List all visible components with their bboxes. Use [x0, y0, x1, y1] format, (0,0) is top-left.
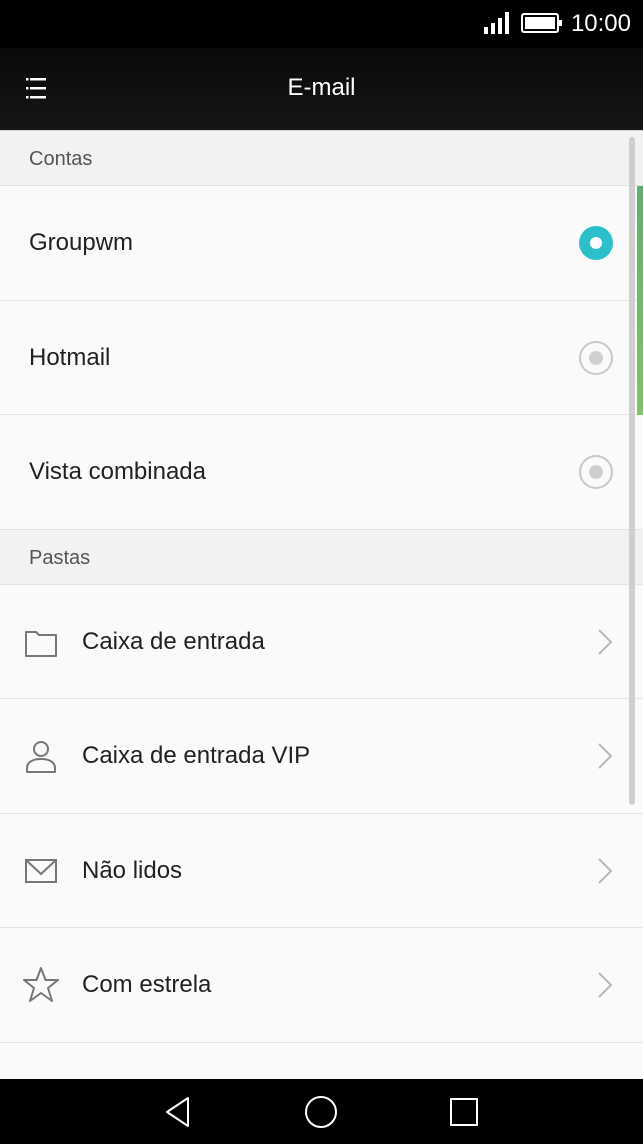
battery-icon [521, 13, 562, 33]
account-label: Vista combinada [29, 458, 206, 485]
radio-unselected-icon[interactable] [579, 455, 613, 489]
envelope-icon [25, 858, 57, 883]
folder-item-inbox[interactable]: Caixa de entrada [0, 585, 643, 699]
status-bar: 10:00 [0, 0, 643, 48]
account-item-groupwm[interactable]: Groupwm [0, 186, 643, 301]
account-item-combined-view[interactable]: Vista combinada [0, 415, 643, 530]
account-label: Groupwm [29, 229, 134, 256]
accounts-header: Contas [0, 131, 643, 186]
chevron-right-icon [598, 628, 613, 655]
chevron-right-icon [598, 972, 613, 998]
scroll-accent-indicator [637, 186, 643, 415]
radio-selected-icon[interactable] [579, 226, 613, 260]
signal-icon [484, 12, 509, 34]
star-icon [23, 967, 59, 1002]
list-item-partial[interactable] [0, 1043, 643, 1080]
back-icon[interactable] [160, 1094, 196, 1130]
account-item-hotmail[interactable]: Hotmail [0, 301, 643, 415]
scrollbar[interactable] [629, 137, 635, 805]
chevron-right-icon [598, 857, 613, 884]
recents-icon[interactable] [446, 1094, 482, 1130]
status-time: 10:00 [570, 10, 631, 37]
folder-item-vip-inbox[interactable]: Caixa de entrada VIP [0, 699, 643, 814]
folder-label: Com estrela [82, 971, 212, 998]
folder-item-unread[interactable]: Não lidos [0, 814, 643, 928]
page-title: E-mail [287, 74, 356, 101]
person-icon [26, 741, 56, 773]
drawer-list: Contas Groupwm Hotmail Vista combinada P… [0, 131, 643, 1079]
folder-label: Caixa de entrada VIP [82, 742, 311, 769]
navigation-bar [0, 1079, 643, 1144]
account-label: Hotmail [29, 343, 111, 371]
radio-unselected-icon[interactable] [579, 340, 613, 375]
app-bar: E-mail [0, 48, 643, 131]
folder-label: Não lidos [82, 856, 183, 884]
folder-label: Caixa de entrada [82, 627, 265, 655]
home-icon[interactable] [303, 1094, 339, 1130]
folder-item-starred[interactable]: Com estrela [0, 928, 643, 1043]
folder-icon [25, 630, 57, 657]
folders-header: Pastas [0, 529, 643, 585]
chevron-right-icon [598, 743, 613, 769]
